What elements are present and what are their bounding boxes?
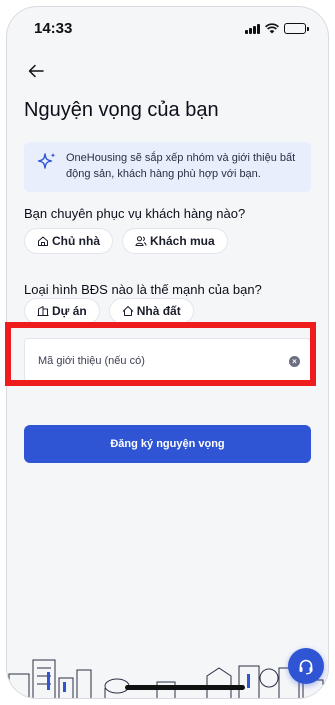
- wifi-icon: [265, 23, 279, 34]
- info-banner-text: OneHousing sẽ sắp xếp nhóm và giới thiệu…: [66, 152, 296, 180]
- customer-type-options: Chủ nhà Khách mua: [24, 228, 228, 254]
- status-bar: 14:33: [7, 7, 328, 51]
- back-button[interactable]: [24, 59, 48, 83]
- highlight-box: [5, 322, 316, 386]
- property-type-question: Loại hình BĐS nào là thế mạnh của bạn?: [24, 282, 262, 297]
- submit-wish-button[interactable]: Đăng ký nguyện vọng: [24, 425, 311, 463]
- option-chu-nha-label: Chủ nhà: [52, 234, 100, 248]
- home-icon: [122, 306, 134, 316]
- arrow-left-icon: [28, 64, 44, 78]
- option-khach-mua-label: Khách mua: [150, 234, 215, 248]
- battery-icon: [284, 23, 309, 34]
- signal-icon: [245, 23, 260, 34]
- option-nha-dat[interactable]: Nhà đất: [108, 298, 194, 324]
- sparkle-icon: [37, 152, 56, 169]
- building-icon: [37, 306, 49, 316]
- option-du-an-label: Dự án: [52, 304, 87, 318]
- option-chu-nha[interactable]: Chủ nhà: [24, 228, 113, 254]
- headset-icon: [299, 659, 313, 675]
- option-du-an[interactable]: Dự án: [24, 298, 100, 324]
- property-type-options: Dự án Nhà đất: [24, 298, 194, 324]
- customer-type-question: Bạn chuyên phục vụ khách hàng nào?: [24, 206, 246, 221]
- option-nha-dat-label: Nhà đất: [136, 304, 181, 318]
- home-indicator: [125, 685, 245, 690]
- option-khach-mua[interactable]: Khách mua: [122, 228, 228, 254]
- house-icon: [38, 236, 48, 246]
- page-title: Nguyện vọng của bạn: [24, 99, 219, 121]
- status-icons: [245, 23, 309, 34]
- support-button[interactable]: [288, 648, 324, 684]
- status-time: 14:33: [34, 20, 73, 37]
- people-icon: [135, 236, 147, 246]
- info-banner: OneHousing sẽ sắp xếp nhóm và giới thiệu…: [24, 142, 311, 192]
